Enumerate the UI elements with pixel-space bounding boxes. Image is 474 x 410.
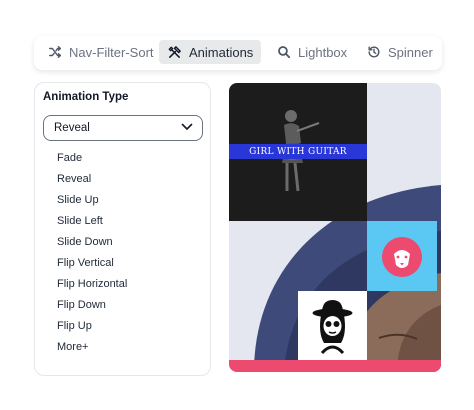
hat-girl-tile[interactable] (298, 291, 367, 360)
animation-type-select[interactable]: Reveal (43, 115, 203, 141)
history-icon (367, 45, 381, 59)
tab-label: Nav-Filter-Sort (69, 44, 154, 60)
tab-label: Spinner (388, 44, 433, 60)
option-slide-up[interactable]: Slide Up (57, 193, 127, 214)
option-fade[interactable]: Fade (57, 151, 127, 172)
animation-settings-panel: Animation Type Reveal Fade Reveal Slide … (34, 82, 211, 376)
tab-spinner[interactable]: Spinner (359, 40, 441, 64)
option-flip-up[interactable]: Flip Up (57, 319, 127, 340)
option-flip-horizontal[interactable]: Flip Horizontal (57, 277, 127, 298)
girl-with-guitar-tile[interactable]: GIRL WITH GUITAR (229, 83, 367, 221)
panel-title: Animation Type (43, 91, 129, 103)
lion-tile[interactable] (367, 221, 437, 291)
animation-gallery: GIRL WITH GUITAR (229, 83, 441, 372)
tab-lightbox[interactable]: Lightbox (269, 40, 355, 64)
search-icon (277, 45, 291, 59)
lion-icon (382, 237, 422, 277)
chevron-down-icon (181, 122, 193, 134)
animation-options-list: Fade Reveal Slide Up Slide Left Slide Do… (57, 151, 127, 361)
hat-girl-icon (312, 300, 353, 355)
accent-bar (229, 360, 441, 372)
option-more[interactable]: More+ (57, 340, 127, 361)
tab-label: Lightbox (298, 44, 348, 60)
option-reveal[interactable]: Reveal (57, 172, 127, 193)
select-value: Reveal (54, 122, 90, 134)
tab-label: Animations (189, 44, 254, 60)
option-slide-left[interactable]: Slide Left (57, 214, 127, 235)
guitar-caption: GIRL WITH GUITAR (229, 144, 367, 159)
option-slide-down[interactable]: Slide Down (57, 235, 127, 256)
option-flip-vertical[interactable]: Flip Vertical (57, 256, 127, 277)
option-flip-down[interactable]: Flip Down (57, 298, 127, 319)
tab-nav-filter-sort[interactable]: Nav-Filter-Sort (40, 40, 162, 64)
shuffle-icon (48, 45, 62, 59)
demo-tabs: Nav-Filter-Sort Animations Lightbox Spin… (34, 36, 442, 70)
tab-animations[interactable]: Animations (159, 40, 262, 64)
tools-icon (167, 45, 182, 60)
